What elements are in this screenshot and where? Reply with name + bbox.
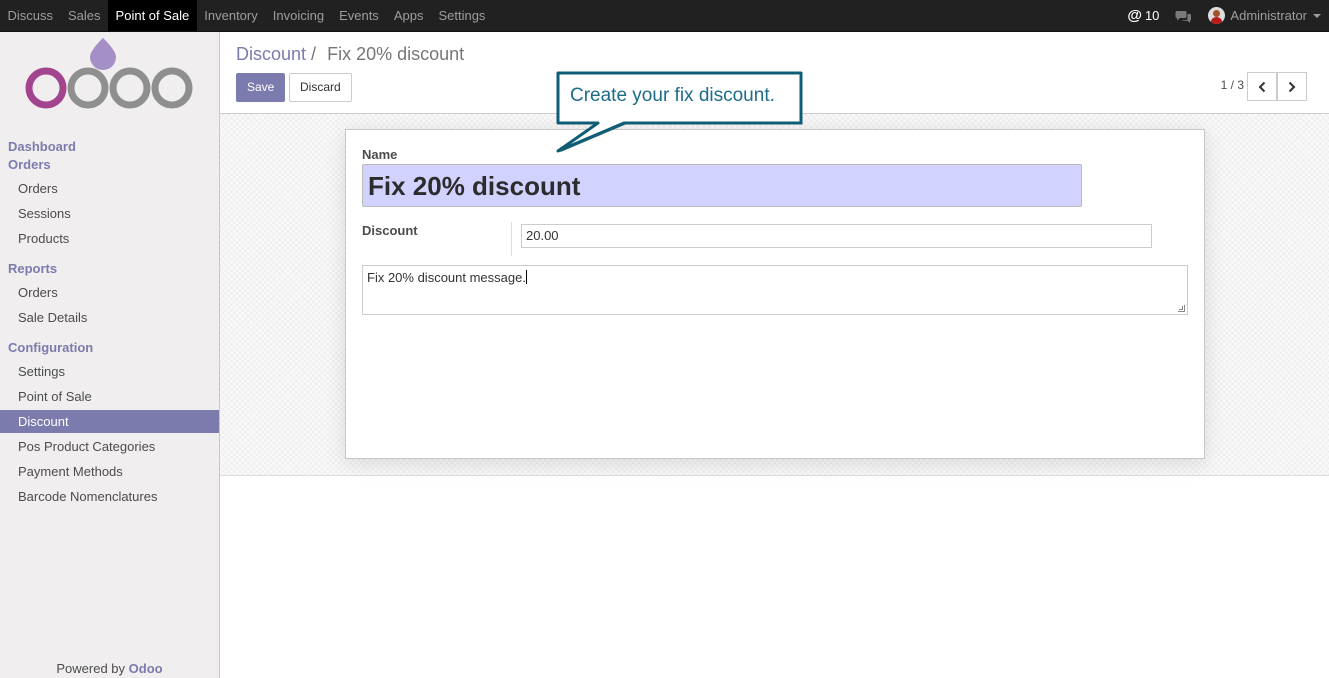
name-field[interactable]: Fix 20% discount (362, 164, 1082, 207)
sidebar-item-orders[interactable]: Orders (0, 177, 219, 200)
app-menu: Discuss Sales Point of Sale Inventory In… (0, 0, 493, 31)
discount-label: Discount (362, 223, 418, 238)
sidebar-item-payment-methods[interactable]: Payment Methods (0, 460, 219, 483)
breadcrumb-parent[interactable]: Discount (236, 44, 306, 64)
sidebar-dashboard[interactable]: Dashboard (8, 139, 76, 154)
user-name: Administrator (1230, 8, 1307, 23)
mentions-count: 10 (1144, 8, 1160, 23)
sidebar-item-discount[interactable]: Discount (0, 410, 219, 433)
sidebar-item-barcode-nomenclatures[interactable]: Barcode Nomenclatures (0, 485, 219, 508)
sidebar-configuration-header[interactable]: Configuration (8, 340, 93, 355)
breadcrumb-current: Fix 20% discount (327, 44, 465, 64)
sidebar-orders-header[interactable]: Orders (8, 157, 51, 172)
breadcrumb-separator: / (311, 44, 317, 64)
sidebar-item-settings[interactable]: Settings (0, 360, 219, 383)
sidebar-item-sessions[interactable]: Sessions (0, 202, 219, 225)
chat-icon (1175, 10, 1192, 23)
sidebar-item-report-orders[interactable]: Orders (0, 281, 219, 304)
app-invoicing[interactable]: Invoicing (265, 0, 331, 31)
breadcrumb: Discount / Fix 20% discount (236, 44, 464, 65)
text-cursor (525, 270, 527, 284)
mentions-button[interactable]: @ 10 (1127, 0, 1159, 31)
discount-field[interactable]: 20.00 (521, 224, 1152, 248)
avatar (1208, 7, 1226, 24)
at-icon: @ (1127, 7, 1142, 24)
powered-by-brand[interactable]: Odoo (129, 661, 163, 676)
field-separator (511, 222, 512, 256)
chat-button[interactable] (1175, 0, 1192, 31)
discount-message-field[interactable]: Fix 20% discount message. (362, 265, 1188, 315)
app-settings[interactable]: Settings (431, 0, 493, 31)
sidebar-item-products[interactable]: Products (0, 227, 219, 250)
form-view: Name Fix 20% discount Discount 20.00 Fix… (220, 114, 1329, 476)
powered-by: Powered by Odoo (0, 661, 219, 676)
pager-previous-button[interactable] (1247, 72, 1277, 101)
odoo-logo[interactable] (24, 36, 194, 112)
tooltip-text: Create your fix discount. (570, 85, 775, 106)
app-sales[interactable]: Sales (61, 0, 109, 31)
tooltip-bubble (556, 71, 803, 153)
app-discuss[interactable]: Discuss (0, 0, 61, 31)
name-label: Name (362, 147, 398, 162)
powered-by-text: Powered by (56, 661, 126, 676)
form-sheet: Name Fix 20% discount Discount 20.00 Fix… (345, 129, 1205, 459)
sidebar-reports-header[interactable]: Reports (8, 261, 57, 276)
discard-button[interactable]: Discard (289, 73, 352, 102)
chevron-left-icon (1258, 81, 1266, 92)
sidebar-item-point-of-sale[interactable]: Point of Sale (0, 385, 219, 408)
app-events[interactable]: Events (332, 0, 387, 31)
pager-next-button[interactable] (1277, 72, 1307, 101)
sidebar-item-pos-product-categories[interactable]: Pos Product Categories (0, 435, 219, 458)
app-inventory[interactable]: Inventory (197, 0, 265, 31)
top-navbar: Discuss Sales Point of Sale Inventory In… (0, 0, 1329, 32)
sidebar-item-sale-details[interactable]: Sale Details (0, 306, 219, 329)
systray: @ 10 Administrator (1111, 0, 1321, 31)
discount-message-text: Fix 20% discount message. (367, 270, 526, 285)
user-menu[interactable]: Administrator (1208, 0, 1321, 31)
resize-handle-icon[interactable] (1178, 305, 1185, 312)
sidebar: Dashboard Orders Orders Sessions Product… (0, 32, 220, 678)
pager-value[interactable]: 1 / 3 (1221, 78, 1244, 92)
app-point-of-sale[interactable]: Point of Sale (108, 0, 197, 31)
save-button[interactable]: Save (236, 73, 286, 102)
caret-down-icon (1313, 13, 1321, 18)
chevron-right-icon (1288, 81, 1296, 92)
app-apps[interactable]: Apps (386, 0, 431, 31)
